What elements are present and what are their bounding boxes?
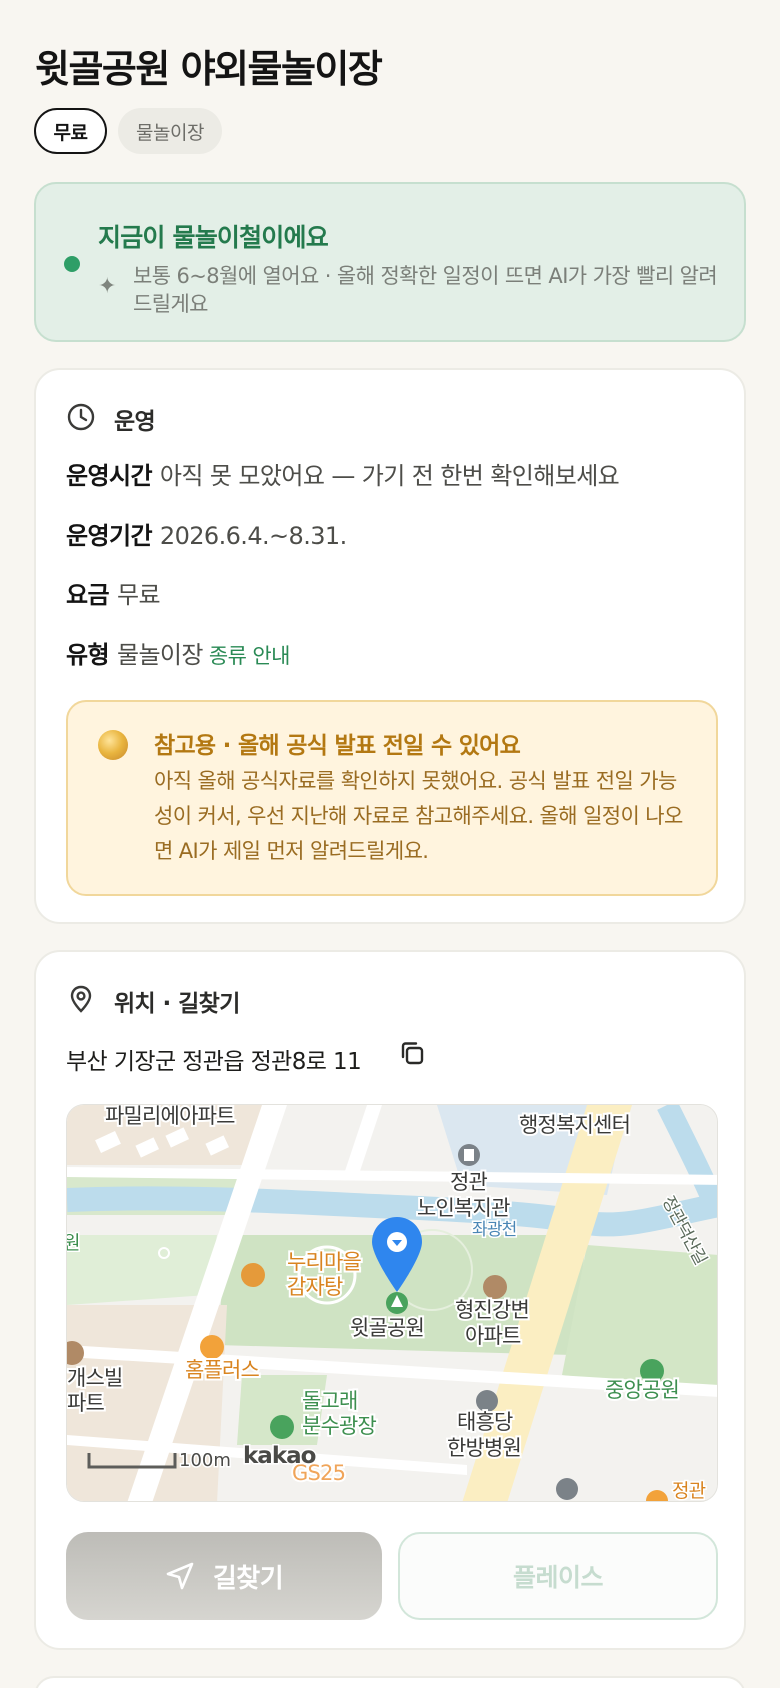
map-label-stream: 좌광천 (472, 1220, 517, 1240)
hours-row: 운영시간 아직 못 모았어요 — 가기 전 한번 확인해보세요 (66, 456, 620, 491)
notice-body: 아직 올해 공식자료를 확인하지 못했어요. 공식 발표 전일 가능성이 커서,… (154, 769, 683, 863)
map-label-dolphin-2: 분수광장 (302, 1414, 377, 1438)
season-description: 보통 6~8월에 열어요 · 올해 정확한 일정이 뜨면 AI가 가장 빨리 알… (133, 264, 718, 316)
place-button-label: 플레이스 (512, 1563, 604, 1592)
map-label-nuri-2: 감자탕 (287, 1275, 343, 1299)
sparkle-icon: ✦ (98, 274, 117, 299)
hours-value: 아직 못 모았어요 — 가기 전 한번 확인해보세요 (159, 462, 620, 490)
hours-label: 운영시간 (66, 462, 153, 490)
map-label-gasville-2: 파트 (67, 1391, 105, 1415)
route-button-label: 길찾기 (212, 1563, 284, 1594)
type-label: 유형 (66, 641, 110, 669)
price-chip: 무료 (34, 108, 107, 154)
status-dot (64, 256, 80, 272)
type-guide-link[interactable]: 종류 안내 (209, 644, 291, 668)
map-brand-logo: kakao (243, 1443, 316, 1469)
map-label-park: 윗골공원 (350, 1316, 424, 1340)
location-pin-icon (70, 985, 92, 1013)
map-label-apt-family: 파밀리에아파트 (105, 1105, 235, 1128)
copy-icon[interactable] (398, 1039, 426, 1067)
period-label: 운영기간 (66, 522, 153, 550)
season-title: 지금이 물놀이철이에요 (98, 223, 329, 252)
map-scale-label: 100m (179, 1450, 231, 1471)
map-label-left-edge: 원 (67, 1232, 80, 1254)
map-label-dolphin-1: 돌고래 (302, 1389, 358, 1413)
map-label-homeplus: 홈플러스 (185, 1358, 260, 1382)
fee-row: 요금 무료 (66, 575, 161, 610)
address-text: 부산 기장군 정관읍 정관8로 11 (66, 1049, 362, 1075)
location-card: 위치 · 길찾기 부산 기장군 정관읍 정관8로 11 파밀리에아파트 행정복지… (34, 950, 746, 1650)
coin-icon (98, 730, 128, 760)
navigation-arrow-icon (166, 1562, 194, 1590)
clock-icon (67, 403, 95, 431)
season-banner: 지금이 물놀이철이에요 ✦ 보통 6~8월에 열어요 · 올해 정확한 일정이 … (34, 182, 746, 342)
map-label-nuri-1: 누리마을 (287, 1250, 362, 1274)
map-label-gasville-1: 개스빌 (67, 1366, 123, 1390)
place-button[interactable]: 플레이스 (398, 1532, 718, 1620)
period-value: 2026.6.4.~8.31. (159, 522, 347, 550)
location-title: 위치 · 길찾기 (114, 991, 240, 1017)
map-label-hyungjin-1: 형진강변 (455, 1298, 529, 1322)
reference-notice: 참고용 · 올해 공식 발표 전일 수 있어요 아직 올해 공식자료를 확인하지… (66, 700, 718, 896)
map-label-central-park: 중앙공원 (605, 1378, 679, 1402)
type-row: 유형 물놀이장 종류 안내 (66, 635, 290, 670)
map-label-welfare-center: 행정복지센터 (519, 1113, 630, 1137)
map-label-right-bottom: 정관 (672, 1480, 706, 1502)
operation-title: 운영 (114, 409, 156, 435)
map-label-hyungjin-2: 아파트 (465, 1324, 521, 1348)
map-view[interactable]: 파밀리에아파트 행정복지센터 정관 노인복지관 좌광천 누리마을 감자탕 윗골공… (66, 1104, 718, 1502)
map-canvas[interactable]: 파밀리에아파트 행정복지센터 정관 노인복지관 좌광천 누리마을 감자탕 윗골공… (67, 1105, 718, 1502)
type-value: 물놀이장 (116, 641, 204, 669)
fee-value: 무료 (116, 581, 161, 609)
map-label-senior-center-1: 정관 (450, 1170, 488, 1194)
page-title: 윗골공원 야외물놀이장 (35, 47, 383, 91)
fee-label: 요금 (66, 581, 110, 609)
map-label-hospital-1: 태흥당 (457, 1410, 513, 1434)
map-label-senior-center-2: 노인복지관 (417, 1196, 510, 1220)
period-row: 운영기간 2026.6.4.~8.31. (66, 516, 347, 551)
map-label-hospital-2: 한방병원 (447, 1436, 521, 1460)
route-button[interactable]: 길찾기 (66, 1532, 382, 1620)
category-chip: 물놀이장 (118, 108, 222, 154)
next-card-peek (34, 1676, 746, 1688)
operation-card: 운영 운영시간 아직 못 모았어요 — 가기 전 한번 확인해보세요 운영기간 20… (34, 368, 746, 924)
notice-title: 참고용 · 올해 공식 발표 전일 수 있어요 (154, 733, 521, 759)
place-detail-page: 윗골공원 야외물놀이장 무료 물놀이장 지금이 물놀이철이에요 ✦ 보통 6~8… (0, 0, 780, 1688)
